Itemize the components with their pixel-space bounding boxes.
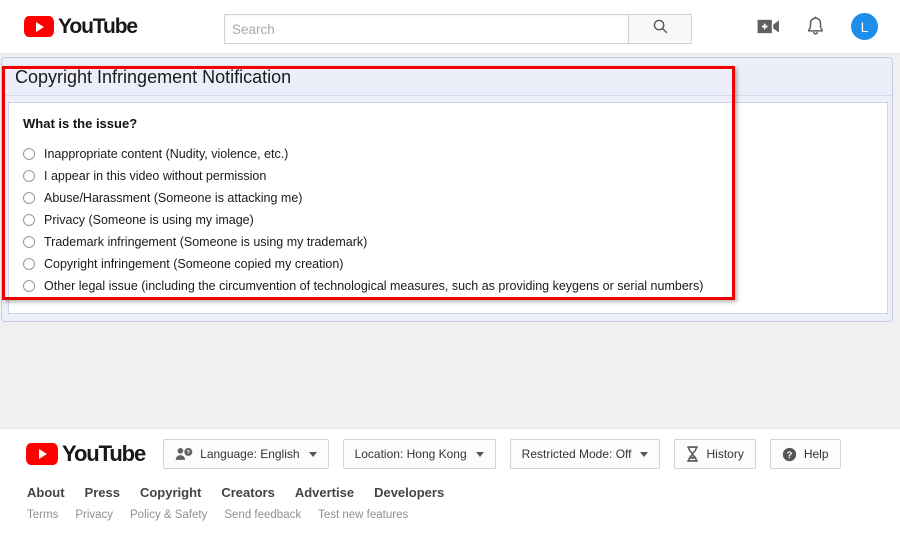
- radio-option-label: Trademark infringement (Someone is using…: [44, 235, 368, 249]
- issue-question-label: What is the issue?: [23, 116, 138, 131]
- help-circle-icon: ?: [782, 447, 797, 462]
- radio-option-abuse-harassment[interactable]: Abuse/Harassment (Someone is attacking m…: [23, 187, 887, 209]
- svg-text:?: ?: [187, 450, 191, 456]
- footer-links-secondary: Terms Privacy Policy & Safety Send feedback…: [27, 509, 900, 521]
- restricted-mode-button[interactable]: Restricted Mode: Off: [509, 439, 661, 469]
- issue-radio-group: Inappropriate content (Nudity, violence,…: [23, 143, 887, 297]
- radio-option-privacy[interactable]: Privacy (Someone is using my image): [23, 209, 887, 231]
- radio-button-icon[interactable]: [23, 192, 35, 204]
- location-button[interactable]: Location: Hong Kong: [342, 439, 496, 469]
- footer-link-terms[interactable]: Terms: [27, 509, 58, 521]
- svg-text:?: ?: [786, 449, 792, 459]
- radio-option-label: Privacy (Someone is using my image): [44, 213, 254, 227]
- footer-link-test-new-features[interactable]: Test new features: [318, 509, 408, 521]
- radio-option-other-legal-issue[interactable]: Other legal issue (including the circumv…: [23, 275, 887, 297]
- chevron-down-icon: [640, 451, 649, 457]
- form-body: What is the issue? Inappropriate content…: [8, 102, 888, 314]
- header-icon-group: L: [757, 13, 878, 40]
- history-button-label: History: [706, 447, 744, 461]
- radio-button-icon[interactable]: [23, 148, 35, 160]
- radio-button-icon[interactable]: [23, 258, 35, 270]
- footer-links: About Press Copyright Creators Advertise Deve…: [0, 485, 900, 521]
- radio-option-inappropriate-content[interactable]: Inappropriate content (Nudity, violence,…: [23, 143, 887, 165]
- language-button-label: Language: English: [200, 447, 300, 461]
- radio-button-icon[interactable]: [23, 236, 35, 248]
- search-area: [224, 14, 692, 44]
- radio-option-label: Other legal issue (including the circumv…: [44, 279, 704, 293]
- footer-youtube-logo[interactable]: YouTube: [26, 441, 146, 467]
- youtube-logo[interactable]: YouTube: [24, 14, 138, 39]
- notifications-bell-icon[interactable]: [806, 16, 825, 37]
- footer-link-creators[interactable]: Creators: [221, 485, 274, 500]
- radio-option-trademark-infringement[interactable]: Trademark infringement (Someone is using…: [23, 231, 887, 253]
- footer-link-press[interactable]: Press: [85, 485, 120, 500]
- footer-link-copyright[interactable]: Copyright: [140, 485, 201, 500]
- youtube-play-icon: [24, 16, 54, 37]
- help-button[interactable]: ? Help: [769, 439, 841, 469]
- radio-option-label: Inappropriate content (Nudity, violence,…: [44, 147, 289, 161]
- restricted-mode-button-label: Restricted Mode: Off: [521, 447, 632, 461]
- radio-option-appear-without-permission[interactable]: I appear in this video without permissio…: [23, 165, 887, 187]
- help-button-label: Help: [803, 447, 829, 461]
- radio-option-label: Abuse/Harassment (Someone is attacking m…: [44, 191, 303, 205]
- footer-button-group: ? Language: English Location: Hong Kong Res…: [163, 439, 841, 469]
- page-footer: YouTube ? Language: English Location: Hong…: [0, 428, 900, 542]
- radio-button-icon[interactable]: [23, 170, 35, 182]
- language-button[interactable]: ? Language: English: [163, 439, 329, 469]
- footer-link-policy-safety[interactable]: Policy & Safety: [130, 509, 207, 521]
- radio-button-icon[interactable]: [23, 214, 35, 226]
- footer-link-advertise[interactable]: Advertise: [295, 485, 354, 500]
- history-button[interactable]: History: [674, 439, 756, 469]
- footer-link-privacy[interactable]: Privacy: [75, 509, 113, 521]
- copyright-notification-panel: Copyright Infringement Notification What…: [1, 57, 893, 322]
- footer-controls: YouTube ? Language: English Location: Hong…: [0, 429, 900, 469]
- radio-button-icon[interactable]: [23, 280, 35, 292]
- footer-link-about[interactable]: About: [27, 485, 65, 500]
- hourglass-icon: [686, 446, 699, 462]
- person-question-icon: ?: [175, 447, 193, 461]
- footer-link-send-feedback[interactable]: Send feedback: [224, 509, 301, 521]
- radio-option-label: I appear in this video without permissio…: [44, 169, 267, 183]
- radio-option-label: Copyright infringement (Someone copied m…: [44, 257, 344, 271]
- search-input[interactable]: [224, 14, 628, 44]
- search-icon: [652, 18, 669, 40]
- youtube-play-icon: [26, 443, 58, 465]
- chevron-down-icon: [475, 451, 484, 457]
- create-video-icon[interactable]: [757, 17, 780, 36]
- footer-links-primary: About Press Copyright Creators Advertise Deve…: [27, 485, 900, 500]
- chevron-down-icon: [308, 451, 317, 457]
- masthead-header: YouTube Search L: [0, 0, 900, 54]
- footer-link-developers[interactable]: Developers: [374, 485, 444, 500]
- location-button-label: Location: Hong Kong: [354, 447, 467, 461]
- search-button[interactable]: [628, 14, 692, 44]
- page-title: Copyright Infringement Notification: [2, 58, 892, 96]
- content-region: Copyright Infringement Notification What…: [0, 54, 900, 428]
- avatar[interactable]: L: [851, 13, 878, 40]
- youtube-logo-text: YouTube: [58, 14, 138, 38]
- footer-logo-text: YouTube: [62, 441, 146, 466]
- radio-option-copyright-infringement[interactable]: Copyright infringement (Someone copied m…: [23, 253, 887, 275]
